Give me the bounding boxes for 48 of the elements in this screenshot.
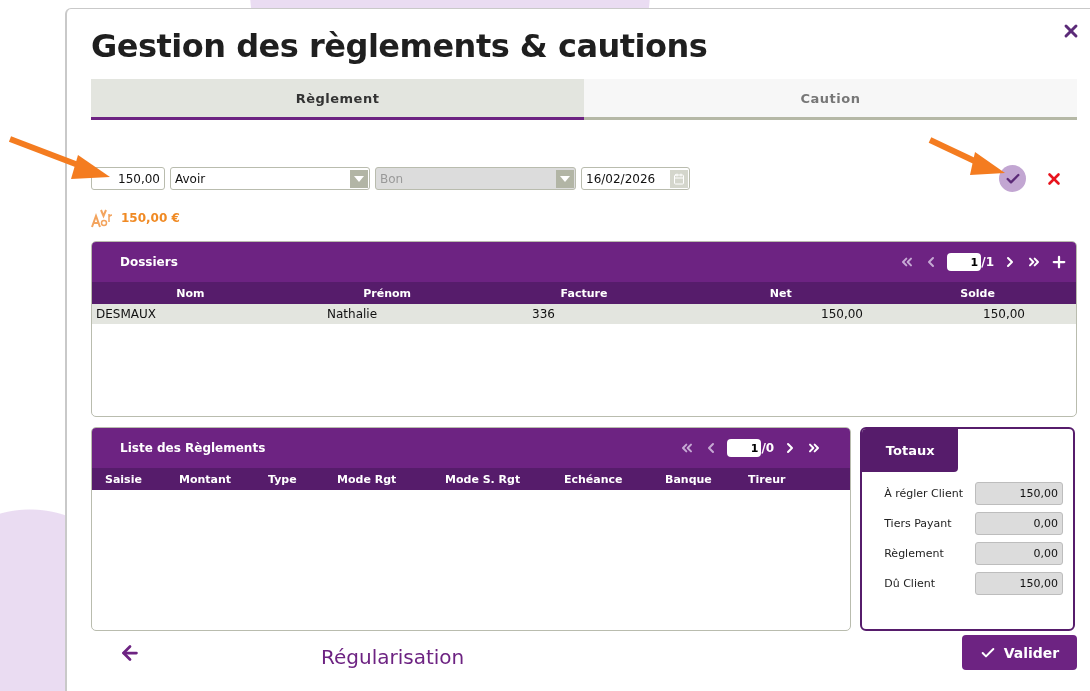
column-header: Saisie <box>104 472 143 486</box>
column-header: Mode S. Rgt <box>444 472 522 486</box>
page-total: /1 <box>981 255 994 269</box>
validate-button[interactable]: Valider <box>962 635 1077 670</box>
date-field[interactable]: 16/02/2026 <box>581 167 690 190</box>
add-icon[interactable] <box>1050 253 1068 271</box>
column-header: Solde <box>959 286 996 300</box>
total-value: 150,00 <box>975 482 1063 505</box>
confirm-button[interactable] <box>999 165 1026 192</box>
column-header: Prénom <box>362 286 413 300</box>
column-header: Facture <box>559 286 609 300</box>
dropdown-field[interactable]: Avoir <box>170 167 370 190</box>
column-header: Net <box>768 286 793 300</box>
column-header: Banque <box>664 472 713 486</box>
totals-title: Totaux <box>862 429 959 472</box>
column-header: Echéance <box>563 472 624 486</box>
table-cell-text: 336 <box>531 307 556 321</box>
tab[interactable]: Caution <box>584 79 1077 120</box>
total-label: Tiers Payant <box>884 517 952 530</box>
total-label: À régler Client <box>884 487 963 500</box>
total-value: 0,00 <box>975 542 1063 565</box>
table-cell-text: Nathalie <box>326 307 379 321</box>
dropdown-icon <box>350 169 368 188</box>
page-total: /0 <box>761 441 775 455</box>
amount-field[interactable]: 150,00 <box>91 167 165 190</box>
column-header: Mode Rgt <box>336 472 398 486</box>
page-field[interactable]: 1 <box>947 253 982 271</box>
table-cell-text: 150,00 <box>820 307 863 321</box>
window-title: Gestion des règlements & cautions <box>91 27 708 65</box>
total-value: 0,00 <box>975 512 1063 535</box>
table-cell-text: DESMAUX <box>95 307 157 321</box>
total-label: Dû Client <box>884 577 935 590</box>
credit-note-icon <box>91 208 113 228</box>
credit-amount: 150,00 € <box>121 211 180 225</box>
column-header: Tireur <box>747 472 787 486</box>
dropdown-icon <box>556 169 574 188</box>
column-header: Nom <box>175 286 206 300</box>
panel-title: Dossiers <box>120 255 179 269</box>
total-value: 150,00 <box>975 572 1063 595</box>
panel-title: Liste des Règlements <box>120 441 267 455</box>
column-header: Type <box>267 472 298 486</box>
total-label: Règlement <box>884 547 944 560</box>
tab[interactable]: Règlement <box>91 79 584 120</box>
table-row[interactable]: DESMAUX Nathalie 336 150,00 150,00 <box>92 304 1076 324</box>
regularisation-link[interactable]: Régularisation <box>321 644 465 669</box>
page-field[interactable]: 1 <box>727 439 762 457</box>
column-header: Montant <box>178 472 233 486</box>
table-cell-text: 150,00 <box>982 307 1025 321</box>
